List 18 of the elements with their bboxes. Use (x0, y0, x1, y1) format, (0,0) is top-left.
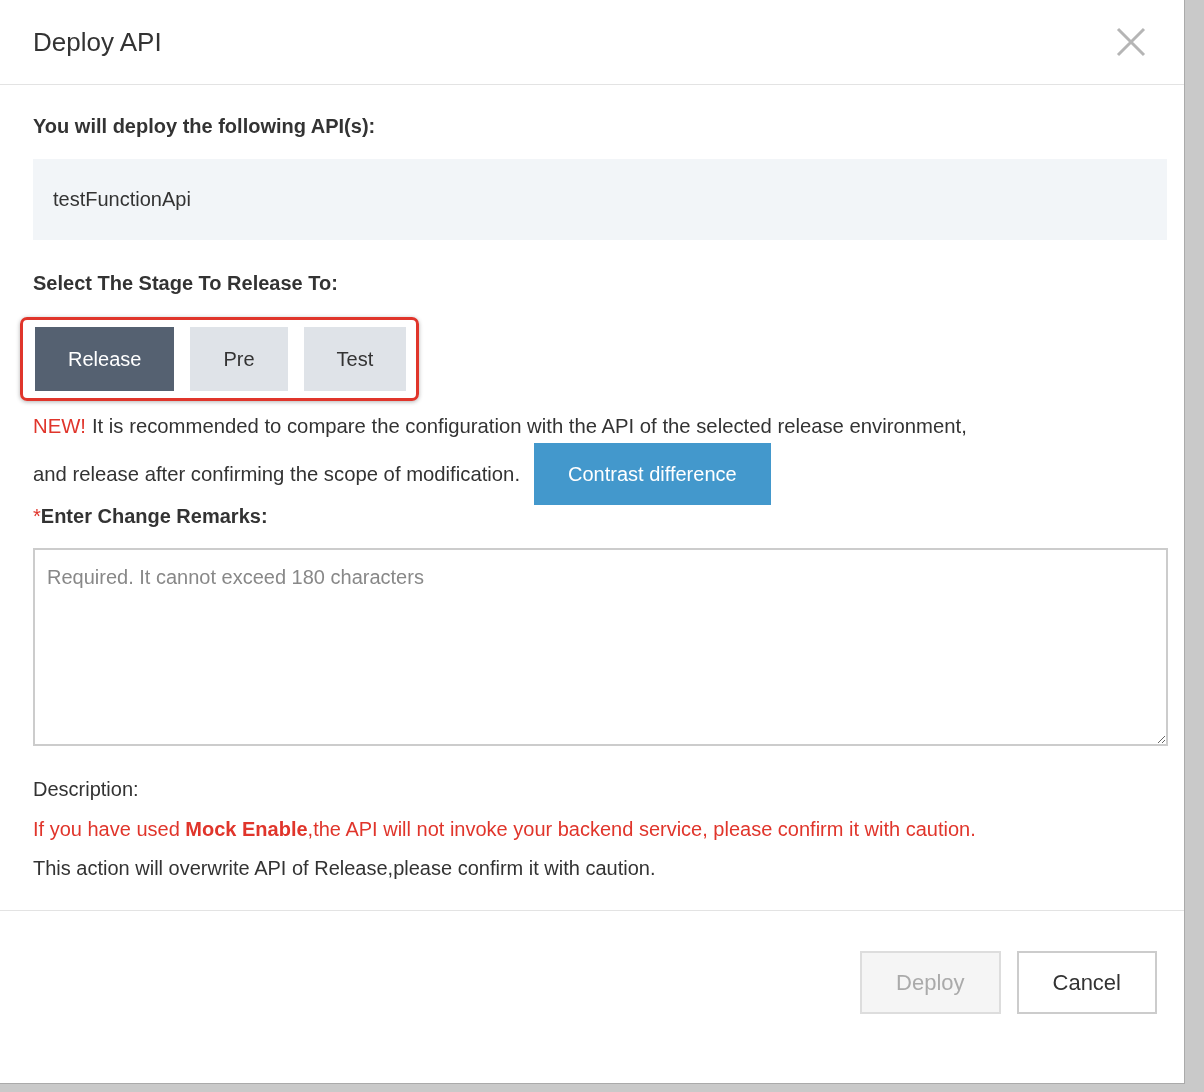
section-label: Select The Stage To Release To: (33, 272, 339, 295)
remarks-field[interactable]: Required. It cannot exceed 180 characters (33, 548, 1168, 746)
section-label: You will deploy the following API(s): (33, 115, 377, 138)
stage-tab[interactable]: Pre (190, 327, 288, 391)
note-text: This action will overwrite API of Release,please confirm it with caution. (33, 857, 657, 880)
api-name: testFunctionApi (53, 188, 191, 211)
stage-tab[interactable]: Test (303, 327, 407, 391)
description-label: Description: (33, 778, 140, 801)
notice-text: It is recommended to compare the configuration with the API of the selected release environment, (91, 414, 967, 438)
close-icon[interactable] (1116, 27, 1146, 57)
field-label: Enter Change Remarks: (40, 505, 268, 528)
dialog-title: Deploy API (33, 26, 162, 58)
stage-tab[interactable]: Release (35, 327, 175, 391)
new-label: NEW! (33, 414, 86, 438)
warning-text: If you have used Mock Enable,the API will not invoke your backend service, please confirm it with caution. (33, 817, 977, 841)
cancel-button[interactable]: Cancel (1016, 951, 1157, 1014)
required-mark: * (33, 505, 41, 528)
notice-text: and release after confirming the scope of modification. (33, 462, 521, 486)
